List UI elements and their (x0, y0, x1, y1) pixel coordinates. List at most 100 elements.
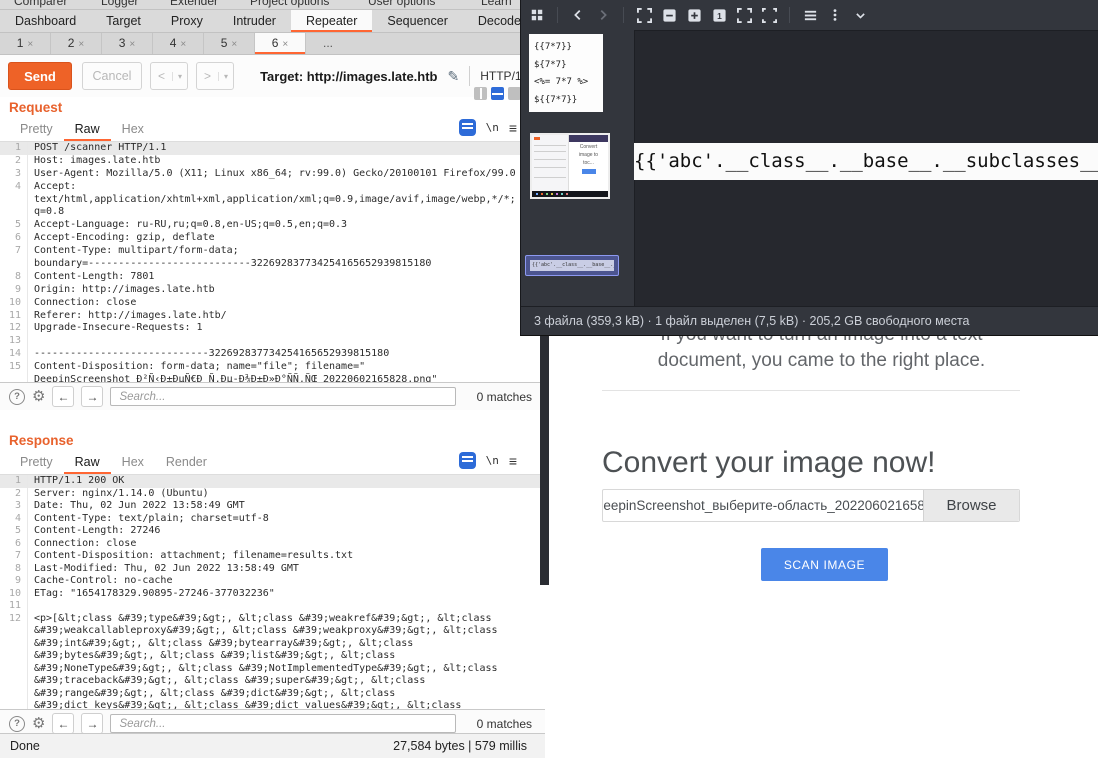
chevron-down-icon[interactable]: ▾ (218, 72, 233, 81)
tab-hex[interactable]: Hex (111, 117, 155, 141)
search-next-button[interactable]: → (81, 713, 103, 734)
newline-toggle-icon[interactable]: \n (486, 121, 499, 134)
editor-row[interactable]: 11 (0, 600, 545, 613)
editor-row[interactable]: 14-----------------------------322692837… (0, 348, 545, 361)
search-prev-button[interactable]: ← (52, 386, 74, 407)
thumbnail-selected-payload-strip[interactable]: {{'abc'.__class__.__base__.__subclasses_… (525, 255, 619, 276)
tab-raw[interactable]: Raw (64, 117, 111, 141)
close-icon[interactable]: × (27, 39, 33, 50)
close-icon[interactable]: × (282, 39, 288, 50)
tab-logger[interactable]: Logger (101, 0, 138, 8)
editor-row[interactable]: &#39;dict_keys&#39;&gt;, &lt;class &#39;… (0, 700, 545, 710)
close-icon[interactable]: × (78, 39, 84, 50)
editor-row[interactable]: 1POST /scanner HTTP/1.1 (0, 142, 545, 155)
fit-window-icon[interactable] (636, 7, 652, 23)
file-input-value[interactable]: DeepinScreenshot_выберите-область_202206… (603, 490, 923, 521)
tab-pretty[interactable]: Pretty (9, 450, 64, 474)
zoom-in-icon[interactable] (686, 7, 702, 23)
fullscreen-icon[interactable] (736, 7, 752, 23)
editor-row[interactable]: 8Content-Length: 7801 (0, 271, 545, 284)
editor-row[interactable]: 2Host: images.late.htb (0, 155, 545, 168)
editor-row[interactable]: DeepinScreenshot_Ð²Ñ‹Ð±ÐµÑ€Ð¸Ñ‚Ðµ-Ð¾Ð±Ð»… (0, 374, 545, 383)
close-icon[interactable]: × (180, 39, 186, 50)
editor-row[interactable]: 3Date: Thu, 02 Jun 2022 13:58:49 GMT (0, 500, 545, 513)
search-input[interactable] (110, 387, 456, 406)
tab-dashboard[interactable]: Dashboard (0, 10, 91, 32)
tab-learn[interactable]: Learn (481, 0, 512, 8)
actual-size-icon[interactable]: 1 (711, 7, 727, 23)
tab-proxy[interactable]: Proxy (156, 10, 218, 32)
selection-highlight-icon[interactable] (459, 119, 476, 136)
layout-rows-icon[interactable] (491, 87, 504, 100)
frameless-icon[interactable] (761, 7, 777, 23)
editor-row[interactable]: 8Last-Modified: Thu, 02 Jun 2022 13:58:4… (0, 563, 545, 576)
help-icon[interactable]: ? (9, 389, 25, 405)
forward-icon[interactable] (595, 7, 611, 23)
search-next-button[interactable]: → (81, 386, 103, 407)
browse-button[interactable]: Browse (923, 490, 1019, 521)
editor-row[interactable]: 6Accept-Encoding: gzip, deflate (0, 232, 545, 245)
editor-row[interactable]: 12<p>[&lt;class &#39;type&#39;&gt;, &lt;… (0, 613, 545, 626)
main-image-preview[interactable]: {{'abc'.__class__.__base__.__subclasses_… (634, 143, 1098, 180)
editor-row[interactable]: 1HTTP/1.1 200 OK (0, 475, 545, 488)
repeater-tab-3[interactable]: 3× (102, 33, 153, 54)
editor-row[interactable]: 5Accept-Language: ru-RU,ru;q=0.8,en-US;q… (0, 219, 545, 232)
editor-row[interactable]: 4Accept: (0, 181, 545, 194)
editor-row[interactable]: q=0.8 (0, 206, 545, 219)
tab-repeater[interactable]: Repeater (291, 10, 372, 32)
newline-toggle-icon[interactable]: \n (486, 454, 499, 467)
editor-row[interactable]: &#39;NoneType&#39;&gt;, &lt;class &#39;N… (0, 663, 545, 676)
tab-sequencer[interactable]: Sequencer (372, 10, 462, 32)
help-icon[interactable]: ? (9, 716, 25, 732)
editor-row[interactable]: 11Referer: http://images.late.htb/ (0, 310, 545, 323)
gear-icon[interactable]: ⚙ (32, 389, 45, 404)
repeater-tab-4[interactable]: 4× (153, 33, 204, 54)
response-editor[interactable]: 1HTTP/1.1 200 OK2Server: nginx/1.14.0 (U… (0, 474, 545, 710)
layout-columns-icon[interactable] (474, 87, 487, 100)
tab-user-options[interactable]: User options (368, 0, 435, 8)
tab-intruder[interactable]: Intruder (218, 10, 291, 32)
editor-row[interactable]: 2Server: nginx/1.14.0 (Ubuntu) (0, 488, 545, 501)
repeater-tab-5[interactable]: 5× (204, 33, 255, 54)
selection-highlight-icon[interactable] (459, 452, 476, 469)
tab-render[interactable]: Render (155, 450, 218, 474)
editor-row[interactable]: &#39;range&#39;&gt;, &lt;class &#39;dict… (0, 688, 545, 701)
editor-row[interactable]: text/html,application/xhtml+xml,applicat… (0, 194, 545, 207)
zoom-out-icon[interactable] (661, 7, 677, 23)
list-rows-icon[interactable] (802, 7, 818, 23)
cancel-button[interactable]: Cancel (82, 62, 142, 90)
thumbnails-grid-icon[interactable] (529, 7, 545, 23)
thumbnail-ssti-payloads[interactable]: {{7*7}} ${7*7} <%= 7*7 %> ${{7*7}} (529, 34, 603, 112)
search-input[interactable] (110, 714, 456, 733)
tab-project-options[interactable]: Project options (250, 0, 329, 8)
editor-row[interactable]: &#39;bytes&#39;&gt;, &lt;class &#39;list… (0, 650, 545, 663)
editor-row[interactable]: 7Content-Disposition: attachment; filena… (0, 550, 545, 563)
next-request-button[interactable]: > ▾ (196, 62, 234, 90)
tab-pretty[interactable]: Pretty (9, 117, 64, 141)
chevron-down-icon[interactable]: ▾ (172, 72, 187, 81)
thumbnail-desktop-screenshot[interactable]: Convert image to toc... (530, 133, 610, 199)
tab-comparer[interactable]: Comparer (14, 0, 67, 8)
editor-row[interactable]: &#39;weakcallableproxy&#39;&gt;, &lt;cla… (0, 625, 545, 638)
gear-icon[interactable]: ⚙ (32, 716, 45, 731)
prev-request-button[interactable]: < ▾ (150, 62, 188, 90)
tab-target[interactable]: Target (91, 10, 156, 32)
editor-row[interactable]: &#39;traceback&#39;&gt;, &lt;class &#39;… (0, 675, 545, 688)
back-icon[interactable] (570, 7, 586, 23)
editor-row[interactable]: 6Connection: close (0, 538, 545, 551)
send-button[interactable]: Send (8, 62, 72, 90)
tab-raw[interactable]: Raw (64, 450, 111, 474)
close-icon[interactable]: × (129, 39, 135, 50)
more-icon[interactable] (827, 7, 843, 23)
scan-image-button[interactable]: SCAN IMAGE (761, 548, 888, 581)
repeater-tab-1[interactable]: 1× (0, 33, 51, 54)
editor-row[interactable]: 10ETag: "1654178329.90895-27246-37703223… (0, 588, 545, 601)
editor-row[interactable]: 13 (0, 335, 545, 348)
editor-row[interactable]: 5Content-Length: 27246 (0, 525, 545, 538)
http-version-selector[interactable]: HTTP/1 (480, 69, 521, 83)
repeater-more-tabs[interactable]: ... (306, 33, 350, 54)
editor-row[interactable]: 9Origin: http://images.late.htb (0, 284, 545, 297)
pencil-icon[interactable]: ✎ (448, 68, 460, 85)
request-editor[interactable]: 1POST /scanner HTTP/1.12Host: images.lat… (0, 141, 545, 383)
tab-extender[interactable]: Extender (170, 0, 218, 8)
